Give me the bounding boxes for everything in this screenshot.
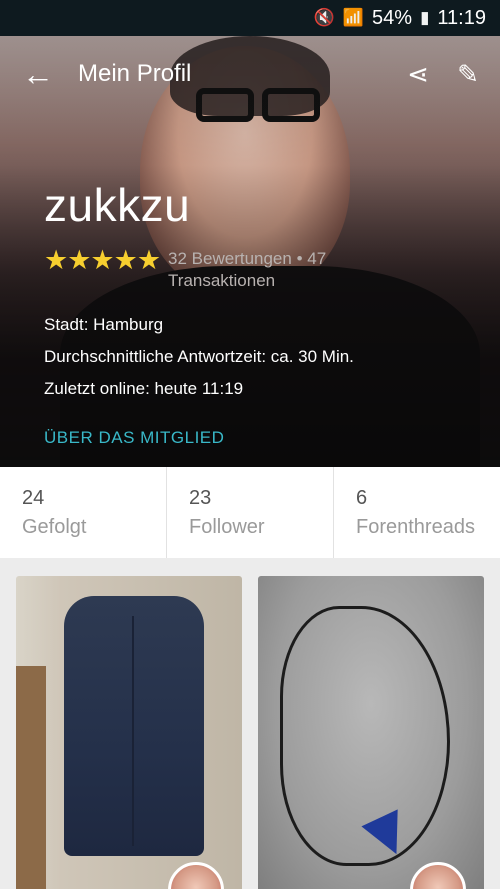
stat-label: Forenthreads: [356, 516, 475, 538]
stat-value: 24: [22, 487, 45, 509]
clock: 11:19: [437, 6, 486, 29]
app-toolbar: ← Mein Profil ⋖ ✎: [0, 36, 500, 112]
listing-card[interactable]: [258, 576, 484, 889]
mute-icon: 🔇: [313, 8, 335, 27]
username: zukkzu: [44, 179, 191, 231]
rating-text: 32 Bewertungen • 47 Transaktionen: [168, 249, 327, 290]
stats-bar: 24 Gefolgt 23 Follower 6 Forenthreads: [0, 467, 500, 558]
about-member-link[interactable]: ÜBER DAS MITGLIED: [44, 428, 224, 448]
stat-value: 23: [189, 487, 212, 509]
wifi-icon: 📶: [342, 8, 365, 27]
share-icon[interactable]: ⋖: [400, 56, 436, 92]
stat-label: Gefolgt: [22, 516, 87, 538]
back-arrow-icon[interactable]: ←: [22, 56, 58, 92]
star-rating-icon: ★★★★★: [44, 245, 161, 275]
page-title: Mein Profil: [78, 60, 192, 87]
rating-summary: ★★★★★ 32 Bewertungen • 47 Transaktionen: [44, 245, 368, 292]
stat-followers[interactable]: 23 Follower: [167, 467, 334, 558]
stat-label: Follower: [189, 516, 265, 538]
listing-photo-jacket: [64, 596, 204, 856]
listing-card[interactable]: [16, 576, 242, 889]
last-online-info: Zuletzt online: heute 11:19: [44, 379, 244, 398]
city-info: Stadt: Hamburg: [44, 315, 164, 334]
stat-forum-threads[interactable]: 6 Forenthreads: [334, 467, 500, 558]
status-bar: 🔇 📶 54% ▮ 11:19: [0, 0, 500, 36]
stat-following[interactable]: 24 Gefolgt: [0, 467, 167, 558]
edit-pencil-icon[interactable]: ✎: [450, 56, 486, 92]
response-time-info: Durchschnittliche Antwortzeit: ca. 30 Mi…: [44, 347, 354, 366]
listing-grid: [0, 558, 500, 889]
stat-value: 6: [356, 487, 368, 509]
seller-avatar[interactable]: [168, 862, 224, 889]
seller-avatar[interactable]: [410, 862, 466, 889]
battery-icon: ▮: [420, 8, 430, 27]
listing-photo-background: [16, 666, 46, 889]
battery-percent: 54%: [372, 6, 413, 29]
